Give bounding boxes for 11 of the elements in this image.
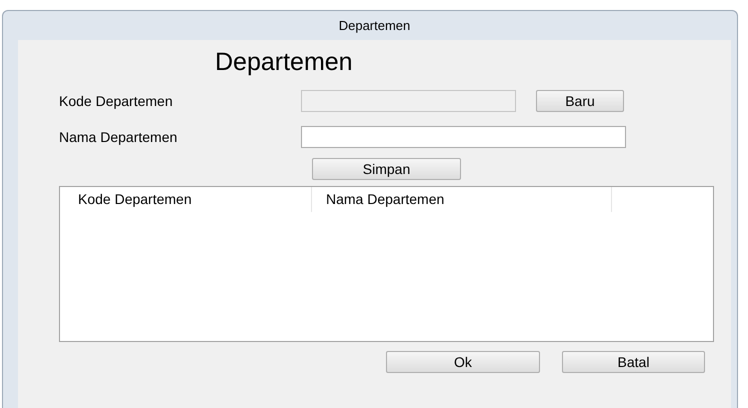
list-view[interactable]: Kode Departemen Nama Departemen (59, 186, 714, 342)
form-heading: Departemen (214, 47, 354, 78)
window-title: Departemen (338, 18, 410, 33)
column-header[interactable]: Nama Departemen (312, 187, 612, 212)
field-label: Kode Departemen (59, 93, 174, 109)
dialog-button[interactable]: Ok (386, 351, 540, 373)
dialog-button[interactable]: Batal (562, 351, 705, 373)
input-field[interactable] (301, 126, 626, 148)
save-button[interactable]: Simpan (312, 158, 461, 180)
field-label: Nama Departemen (59, 129, 178, 145)
column-header[interactable]: Kode Departemen (60, 187, 312, 212)
